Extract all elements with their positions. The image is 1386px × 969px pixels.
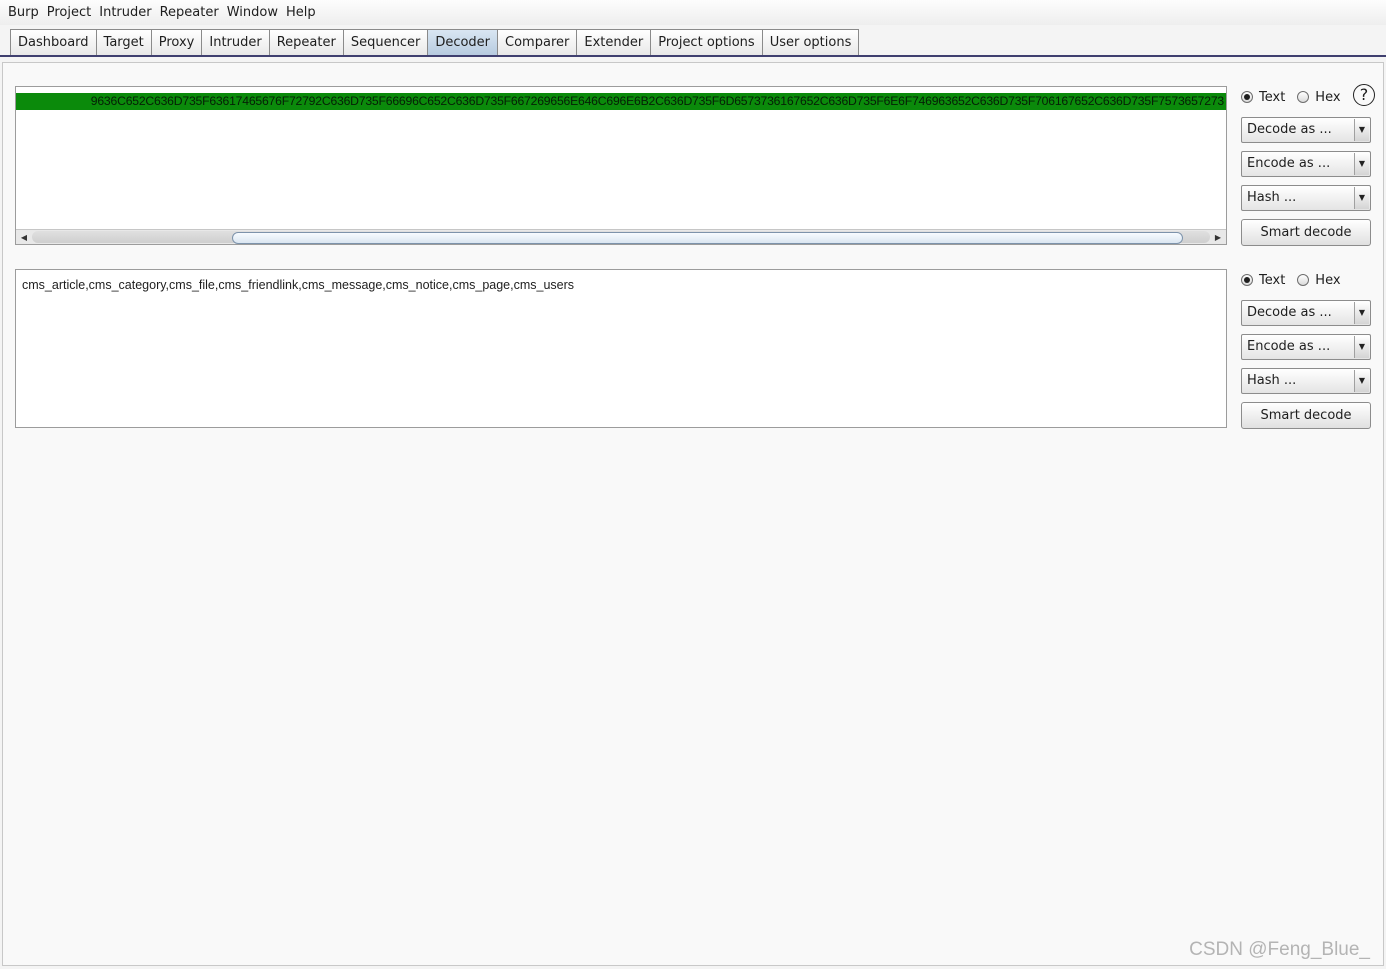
horizontal-scrollbar[interactable]: ◀ ▶	[16, 229, 1226, 244]
encoded-text[interactable]: 9636C652C636D735F63617465676F72792C636D7…	[91, 93, 1224, 110]
decoded-text[interactable]: cms_article,cms_category,cms_file,cms_fr…	[22, 278, 574, 292]
menu-project[interactable]: Project	[43, 0, 95, 25]
tab-comparer[interactable]: Comparer	[497, 29, 578, 55]
dropdown-arrow-icon[interactable]: ▼	[1354, 119, 1369, 141]
scroll-thumb[interactable]	[232, 232, 1183, 244]
tab-decoder[interactable]: Decoder	[427, 29, 499, 55]
menu-bar: Burp Project Intruder Repeater Window He…	[0, 0, 1386, 25]
scroll-left-icon[interactable]: ◀	[18, 232, 30, 243]
tab-extender[interactable]: Extender	[576, 29, 652, 55]
dropdown-arrow-icon[interactable]: ▼	[1354, 302, 1369, 324]
dropdown-arrow-icon[interactable]: ▼	[1354, 370, 1369, 392]
hex-radio-label: Hex	[1315, 89, 1341, 105]
radio-unchecked-icon[interactable]	[1297, 91, 1310, 103]
smart-decode-button[interactable]: Smart decode	[1241, 219, 1371, 246]
hash-label: Hash ...	[1247, 373, 1297, 388]
decode-as-label: Decode as ...	[1247, 122, 1332, 137]
hex-radio[interactable]: Hex	[1297, 272, 1341, 288]
tab-underline	[0, 55, 1386, 57]
text-radio[interactable]: Text	[1241, 90, 1285, 105]
text-radio-label: Text	[1259, 89, 1286, 105]
menu-help[interactable]: Help	[282, 0, 320, 25]
tab-dashboard[interactable]: Dashboard	[10, 29, 97, 55]
output-editor[interactable]: cms_article,cms_category,cms_file,cms_fr…	[15, 269, 1227, 428]
radio-unchecked-icon[interactable]	[1297, 274, 1310, 286]
radio-checked-icon[interactable]	[1241, 274, 1253, 286]
output-controls: Text Hex Decode as ... ▼ Encode as ... ▼…	[1241, 268, 1371, 429]
decode-as-select[interactable]: Decode as ... ▼	[1241, 117, 1371, 143]
decode-as-select[interactable]: Decode as ... ▼	[1241, 300, 1371, 326]
hash-label: Hash ...	[1247, 190, 1297, 205]
tab-target[interactable]: Target	[95, 29, 152, 55]
radio-checked-icon[interactable]	[1241, 91, 1253, 103]
encode-as-label: Encode as ...	[1247, 339, 1331, 354]
dropdown-arrow-icon[interactable]: ▼	[1354, 187, 1369, 209]
dropdown-arrow-icon[interactable]: ▼	[1354, 336, 1369, 358]
menu-window[interactable]: Window	[223, 0, 282, 25]
scroll-right-icon[interactable]: ▶	[1212, 232, 1224, 243]
encode-as-select[interactable]: Encode as ... ▼	[1241, 334, 1371, 360]
text-radio[interactable]: Text	[1241, 273, 1285, 288]
hex-radio-label: Hex	[1315, 272, 1341, 288]
tab-intruder[interactable]: Intruder	[201, 29, 270, 55]
tab-sequencer[interactable]: Sequencer	[342, 29, 429, 55]
tab-repeater[interactable]: Repeater	[268, 29, 344, 55]
encode-as-select[interactable]: Encode as ... ▼	[1241, 151, 1371, 177]
hash-select[interactable]: Hash ... ▼	[1241, 185, 1371, 211]
tab-bar: Dashboard Target Proxy Intruder Repeater…	[0, 26, 1386, 58]
encode-as-label: Encode as ...	[1247, 156, 1331, 171]
input-editor[interactable]: 9636C652C636D735F63617465676F72792C636D7…	[15, 86, 1227, 245]
help-icon[interactable]: ?	[1353, 84, 1375, 106]
hex-radio[interactable]: Hex	[1297, 89, 1341, 105]
selected-line: 9636C652C636D735F63617465676F72792C636D7…	[16, 93, 1226, 110]
menu-intruder[interactable]: Intruder	[95, 0, 155, 25]
tab-project-options[interactable]: Project options	[650, 29, 763, 55]
text-radio-label: Text	[1259, 272, 1286, 288]
dropdown-arrow-icon[interactable]: ▼	[1354, 153, 1369, 175]
tab-proxy[interactable]: Proxy	[150, 29, 203, 55]
watermark: CSDN @Feng_Blue_	[1189, 939, 1370, 960]
menu-repeater[interactable]: Repeater	[156, 0, 223, 25]
decode-as-label: Decode as ...	[1247, 305, 1332, 320]
menu-burp[interactable]: Burp	[4, 0, 43, 25]
smart-decode-button[interactable]: Smart decode	[1241, 402, 1371, 429]
scroll-track[interactable]	[32, 231, 1210, 244]
input-controls: Text Hex ? Decode as ... ▼ Encode as ...…	[1241, 84, 1375, 246]
tab-user-options[interactable]: User options	[761, 29, 860, 55]
hash-select[interactable]: Hash ... ▼	[1241, 368, 1371, 394]
